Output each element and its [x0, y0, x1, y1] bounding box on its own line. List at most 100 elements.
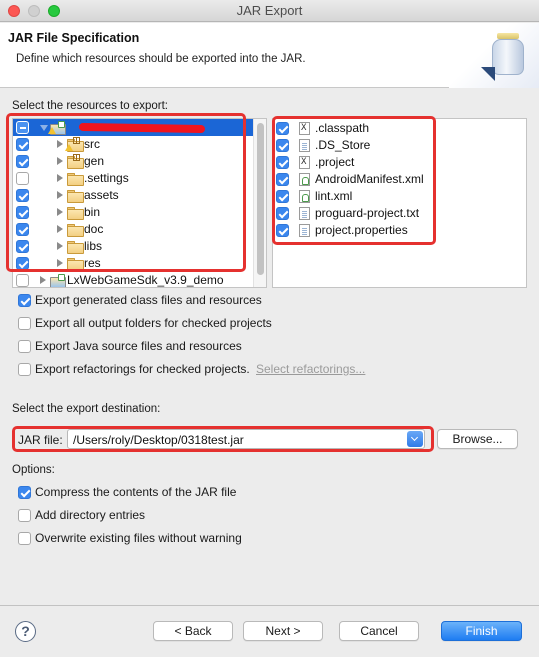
file-row[interactable]: .DS_Store [273, 137, 523, 154]
scroll-thumb[interactable] [257, 123, 264, 275]
file-row[interactable]: proguard-project.txt [273, 205, 523, 222]
tree-row-gen[interactable]: gen [13, 153, 255, 170]
text-file-icon [299, 139, 310, 152]
folder-icon [67, 173, 84, 186]
checkbox[interactable] [18, 317, 31, 330]
tree-checkbox[interactable] [16, 223, 29, 236]
file-row[interactable]: AndroidManifest.xml [273, 171, 523, 188]
next-button[interactable]: Next > [243, 621, 323, 641]
tree-checkbox[interactable] [16, 121, 29, 134]
select-refactorings-link[interactable]: Select refactorings... [256, 362, 365, 376]
tree-label: .settings [84, 171, 129, 185]
option-label: Export refactorings for checked projects… [35, 362, 250, 376]
browse-button[interactable]: Browse... [437, 429, 518, 449]
option-label: Add directory entries [35, 508, 146, 522]
expand-arrow-icon[interactable] [57, 259, 63, 267]
tree-checkbox[interactable] [16, 240, 29, 253]
expand-arrow-icon[interactable] [57, 140, 63, 148]
file-checkbox[interactable] [276, 207, 289, 220]
folder-icon [67, 241, 84, 254]
chevron-down-icon[interactable] [407, 431, 423, 447]
cancel-button[interactable]: Cancel [339, 621, 419, 641]
checkbox[interactable] [18, 340, 31, 353]
option-label: Compress the contents of the JAR file [35, 485, 237, 499]
tree-row-libs[interactable]: libs [13, 238, 255, 255]
file-row[interactable]: .project [273, 154, 523, 171]
package-mark-icon [73, 137, 80, 144]
jar-file-combo[interactable]: /Users/roly/Desktop/0318test.jar [67, 429, 425, 449]
xml-x-icon [299, 122, 310, 135]
back-button[interactable]: < Back [153, 621, 233, 641]
file-row[interactable]: .classpath [273, 120, 523, 137]
tree-row-project[interactable] [13, 119, 255, 136]
text-file-icon [299, 224, 310, 237]
jar-icon [491, 33, 525, 75]
tree-row-doc[interactable]: doc [13, 221, 255, 238]
option-label: Export all output folders for checked pr… [35, 316, 272, 330]
tree-scrollbar[interactable] [253, 119, 266, 287]
text-file-icon [299, 207, 310, 220]
tree-checkbox[interactable] [16, 189, 29, 202]
wizard-banner: JAR File Specification Define which reso… [0, 23, 539, 88]
resource-tree[interactable]: src gen .settings assets bin doc libs re… [12, 118, 267, 288]
title-bar: JAR Export [0, 0, 539, 22]
expand-arrow-icon[interactable] [57, 174, 63, 182]
expand-arrow-icon[interactable] [57, 225, 63, 233]
file-label: AndroidManifest.xml [315, 172, 424, 186]
file-row[interactable]: lint.xml [273, 188, 523, 205]
tree-row-bin[interactable]: bin [13, 204, 255, 221]
banner-decoration [449, 23, 539, 88]
expand-arrow-icon[interactable] [57, 157, 63, 165]
finish-button[interactable]: Finish [441, 621, 522, 641]
android-file-icon [299, 173, 310, 186]
help-icon[interactable]: ? [15, 621, 36, 642]
expand-arrow-icon[interactable] [40, 276, 46, 284]
option-label: Export generated class files and resourc… [35, 293, 262, 307]
banner-arrow-icon [481, 67, 495, 81]
tree-label: assets [84, 188, 119, 202]
file-checkbox[interactable] [276, 190, 289, 203]
page-title: JAR File Specification [8, 31, 140, 45]
file-list[interactable]: .classpath .DS_Store .project AndroidMan… [272, 118, 527, 288]
tree-row-assets[interactable]: assets [13, 187, 255, 204]
checkbox[interactable] [18, 532, 31, 545]
tree-row-src[interactable]: src [13, 136, 255, 153]
tree-checkbox[interactable] [16, 138, 29, 151]
file-checkbox[interactable] [276, 139, 289, 152]
checkbox[interactable] [18, 294, 31, 307]
tree-row-settings[interactable]: .settings [13, 170, 255, 187]
warning-icon [65, 144, 73, 151]
tree-row-res[interactable]: res [13, 255, 255, 272]
tree-checkbox[interactable] [16, 206, 29, 219]
checkbox[interactable] [18, 363, 31, 376]
tree-checkbox[interactable] [16, 257, 29, 270]
expand-arrow-icon[interactable] [40, 125, 48, 131]
tree-checkbox[interactable] [16, 172, 29, 185]
tree-checkbox[interactable] [16, 274, 29, 287]
file-checkbox[interactable] [276, 224, 289, 237]
android-file-icon [299, 190, 310, 203]
file-label: .project [315, 155, 355, 169]
jar-file-label: JAR file: [18, 433, 63, 447]
options-label: Options: [12, 464, 55, 476]
file-label: .DS_Store [315, 138, 371, 152]
tree-label: LxWebGameSdk_v3.9_demo [67, 273, 224, 287]
jar-file-input[interactable]: /Users/roly/Desktop/0318test.jar [73, 433, 244, 447]
expand-arrow-icon[interactable] [57, 191, 63, 199]
folder-icon [67, 258, 84, 271]
file-checkbox[interactable] [276, 173, 289, 186]
file-checkbox[interactable] [276, 122, 289, 135]
page-description: Define which resources should be exporte… [16, 53, 306, 65]
file-row[interactable]: project.properties [273, 222, 523, 239]
tree-checkbox[interactable] [16, 155, 29, 168]
tree-label: libs [84, 239, 103, 253]
expand-arrow-icon[interactable] [57, 242, 63, 250]
checkbox[interactable] [18, 486, 31, 499]
checkbox[interactable] [18, 509, 31, 522]
file-checkbox[interactable] [276, 156, 289, 169]
file-label: project.properties [315, 223, 408, 237]
tree-label: res [84, 256, 101, 270]
redacted-project-name [78, 122, 206, 134]
expand-arrow-icon[interactable] [57, 208, 63, 216]
tree-row-lxwebgamesdk[interactable]: LxWebGameSdk_v3.9_demo [13, 272, 255, 287]
